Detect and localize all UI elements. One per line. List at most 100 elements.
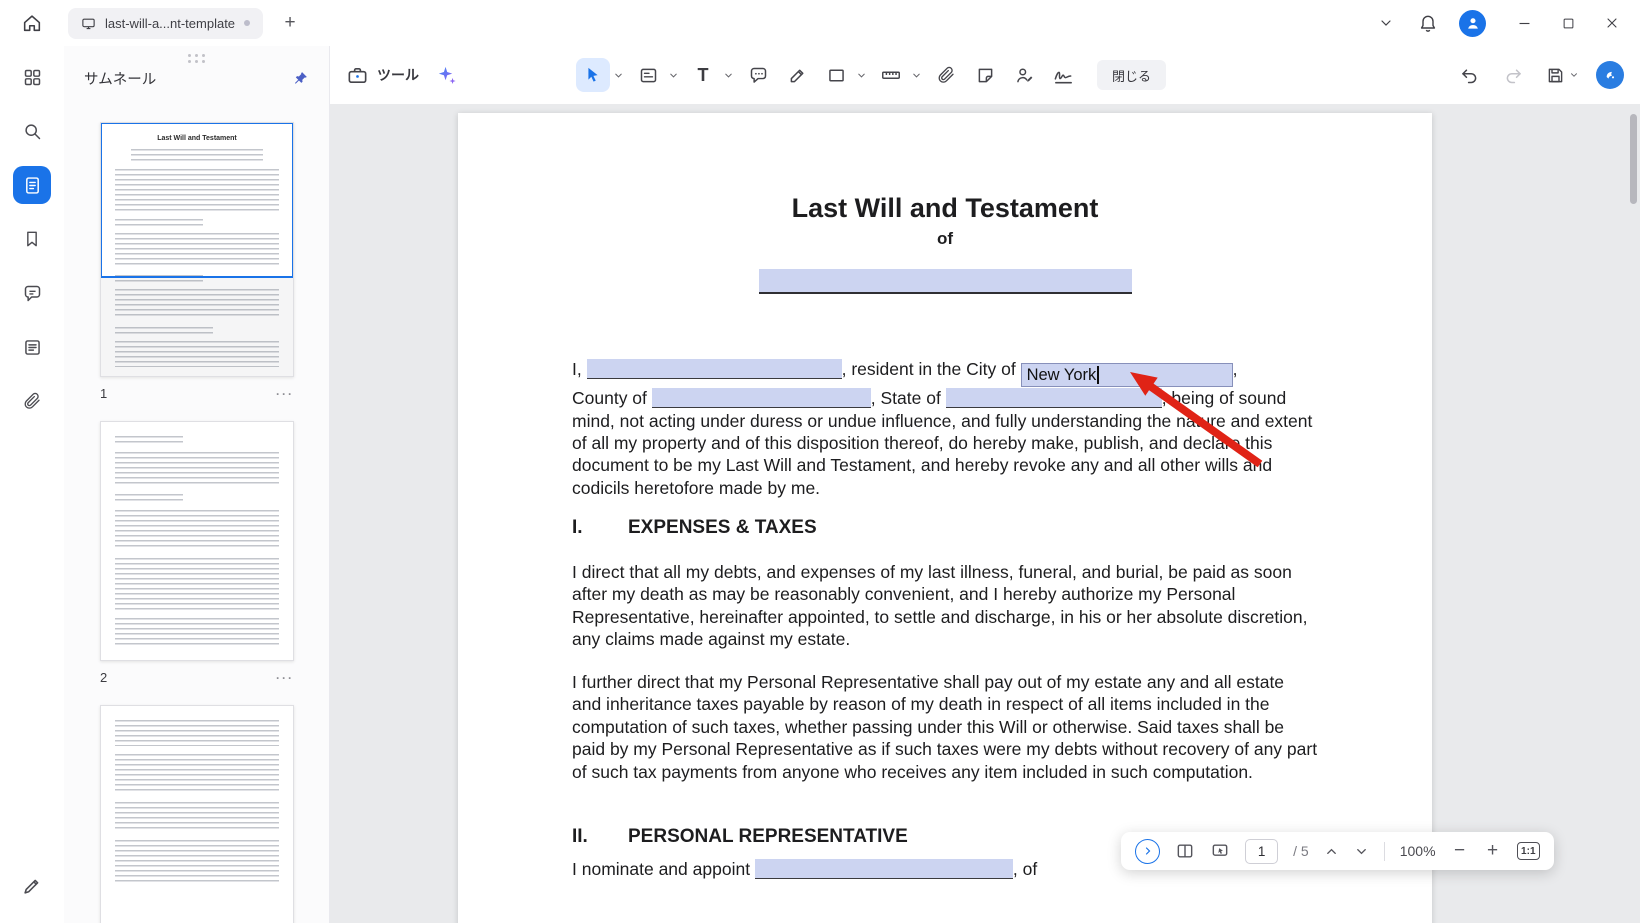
sign-tool-button[interactable] xyxy=(1007,58,1041,92)
titlebar: last-will-a...nt-template + xyxy=(0,0,1640,46)
redo-button[interactable] xyxy=(1496,58,1530,92)
thumbnail-row-2: 2 ··· xyxy=(100,670,294,685)
form-field-icon xyxy=(638,65,659,86)
red-arrow-annotation[interactable] xyxy=(1100,352,1280,482)
attachments-button[interactable] xyxy=(13,382,51,420)
shapes-tool-button[interactable] xyxy=(819,58,853,92)
search-button[interactable] xyxy=(13,112,51,150)
zoom-level-label[interactable]: 100% xyxy=(1400,843,1436,859)
home-icon xyxy=(21,12,43,34)
minimize-button[interactable] xyxy=(1502,5,1546,41)
page-thumbnail-2[interactable] xyxy=(100,421,294,661)
chevron-right-icon xyxy=(1142,845,1154,857)
save-button[interactable] xyxy=(1540,58,1586,92)
select-tool-button[interactable] xyxy=(576,58,610,92)
stamp-tool-button[interactable] xyxy=(968,58,1002,92)
comments-panel-button[interactable] xyxy=(13,274,51,312)
maximize-button[interactable] xyxy=(1546,5,1590,41)
zoom-out-button[interactable]: − xyxy=(1451,842,1469,860)
select-tool-chevron[interactable] xyxy=(613,70,624,81)
stylus-tools-button[interactable] xyxy=(13,867,51,905)
pin-panel-button[interactable] xyxy=(292,70,309,87)
tab-title: last-will-a...nt-template xyxy=(105,16,235,31)
ai-swirl-icon xyxy=(1602,67,1618,83)
measure-tool-button[interactable] xyxy=(874,58,908,92)
undo-button[interactable] xyxy=(1452,58,1486,92)
collapse-toolbar-button[interactable] xyxy=(1365,5,1407,41)
person-sign-icon xyxy=(1014,65,1035,86)
signature-tool-button[interactable] xyxy=(1046,58,1080,92)
signature-icon xyxy=(1052,64,1075,87)
previous-page-button[interactable] xyxy=(1324,844,1339,859)
sticker-icon xyxy=(975,65,996,86)
actual-size-button[interactable]: 1:1 xyxy=(1517,842,1540,860)
bookmarks-button[interactable] xyxy=(13,220,51,258)
apps-grid-icon xyxy=(22,67,43,88)
page-more-button[interactable]: ··· xyxy=(276,387,294,401)
shapes-tool-chevron[interactable] xyxy=(856,70,867,81)
notifications-button[interactable] xyxy=(1407,5,1449,41)
page-number-label: 2 xyxy=(100,670,107,685)
home-button[interactable] xyxy=(14,5,50,41)
thumbnails-panel-button[interactable] xyxy=(13,166,51,204)
county-form-field[interactable] xyxy=(652,388,871,408)
document-tab[interactable]: last-will-a...nt-template xyxy=(68,8,263,39)
maximize-icon xyxy=(1561,16,1576,31)
page-number-input[interactable] xyxy=(1245,839,1278,864)
name-form-field[interactable] xyxy=(759,269,1132,294)
tools-menu-button[interactable]: ツール xyxy=(346,64,419,87)
new-tab-button[interactable]: + xyxy=(275,8,305,38)
close-tools-button[interactable]: 閉じる xyxy=(1097,60,1166,90)
measure-tool-chevron[interactable] xyxy=(911,70,922,81)
panel-drag-handle[interactable] xyxy=(188,54,206,63)
form-field-tool-chevron[interactable] xyxy=(668,70,679,81)
pdf-editor-window: last-will-a...nt-template + xyxy=(0,0,1640,923)
section-title: EXPENSES & TAXES xyxy=(628,517,817,538)
page-thumbnail-3[interactable] xyxy=(100,705,294,923)
text-tool-button[interactable]: T xyxy=(686,58,720,92)
vertical-scrollbar[interactable] xyxy=(1630,114,1637,204)
save-options-chevron[interactable] xyxy=(1569,70,1579,80)
rectangle-icon xyxy=(826,65,847,86)
page-number-label: 1 xyxy=(100,386,107,401)
page-total-label: / 5 xyxy=(1293,843,1309,859)
toolbar-right-group xyxy=(1452,58,1624,92)
document-canvas[interactable]: Last Will and Testament of I, , resident… xyxy=(330,104,1640,923)
user-avatar[interactable] xyxy=(1459,10,1486,37)
close-window-button[interactable] xyxy=(1590,5,1634,41)
pdf-page-1[interactable]: Last Will and Testament of I, , resident… xyxy=(458,113,1432,923)
pages-icon xyxy=(22,175,43,196)
text-cursor xyxy=(1097,366,1099,384)
next-page-button[interactable] xyxy=(1354,844,1369,859)
presentation-mode-button[interactable] xyxy=(1210,841,1230,861)
zoom-in-button[interactable]: + xyxy=(1484,842,1502,860)
bell-icon xyxy=(1418,13,1438,33)
ai-sparkle-button[interactable] xyxy=(435,64,458,87)
attach-tool-button[interactable] xyxy=(929,58,963,92)
apps-grid-button[interactable] xyxy=(13,58,51,96)
text-tool-chevron[interactable] xyxy=(723,70,734,81)
expand-bar-button[interactable] xyxy=(1135,839,1160,864)
section-number: II. xyxy=(572,826,628,848)
thumbnail-content xyxy=(115,840,279,884)
form-field-tool-button[interactable] xyxy=(631,58,665,92)
ai-assistant-badge[interactable] xyxy=(1596,61,1624,89)
thumbnail-content xyxy=(115,233,279,267)
undo-icon xyxy=(1459,65,1480,86)
thumbnail-panel: サムネール Last Will and Testament 1 xyxy=(64,46,330,923)
document-subtitle: of xyxy=(572,228,1318,250)
chevron-down-icon xyxy=(1378,15,1394,31)
page-more-button[interactable]: ··· xyxy=(276,671,294,685)
name-inline-field[interactable] xyxy=(587,359,842,379)
reading-view-button[interactable] xyxy=(1175,841,1195,861)
toolbox-icon xyxy=(346,64,369,87)
page-view-button[interactable] xyxy=(13,328,51,366)
section-heading-1: I.EXPENSES & TAXES xyxy=(572,517,1318,539)
paragraph-text: , State of xyxy=(871,388,946,408)
sparkle-icon xyxy=(435,64,458,87)
page-thumbnail-1[interactable]: Last Will and Testament xyxy=(100,122,294,377)
highlight-tool-button[interactable] xyxy=(780,58,814,92)
floating-status-bar: / 5 100% − + 1:1 xyxy=(1121,832,1554,870)
comment-tool-button[interactable] xyxy=(741,58,775,92)
representative-form-field[interactable] xyxy=(755,859,1013,879)
